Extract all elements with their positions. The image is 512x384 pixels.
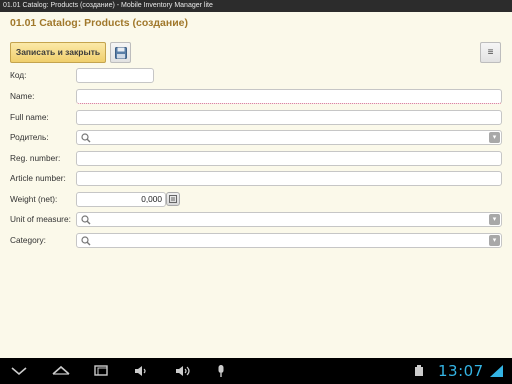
- system-navigation-bar: [0, 358, 512, 384]
- more-menu-button[interactable]: ≡: [480, 42, 501, 63]
- category-field[interactable]: ▾: [76, 233, 502, 248]
- name-label: Name:: [10, 91, 35, 101]
- weight-net-label: Weight (net):: [10, 194, 58, 204]
- parent-dropdown-button[interactable]: ▾: [489, 132, 500, 143]
- chevron-down-icon: ▾: [492, 134, 497, 141]
- code-field[interactable]: [76, 68, 154, 83]
- page-title: 01.01 Catalog: Products (создание): [10, 17, 189, 29]
- volume-up-icon[interactable]: [172, 362, 194, 380]
- weight-net-field[interactable]: 0,000: [76, 192, 166, 207]
- calculator-button[interactable]: [166, 192, 180, 206]
- microphone-icon[interactable]: [210, 362, 232, 380]
- save-and-close-button[interactable]: Записать и закрыть: [10, 42, 106, 63]
- article-number-label: Article number:: [10, 173, 66, 183]
- code-label: Код:: [10, 70, 27, 80]
- search-icon: [81, 215, 91, 225]
- search-icon: [81, 133, 91, 143]
- reg-number-label: Reg. number:: [10, 153, 61, 163]
- volume-down-icon[interactable]: [130, 362, 152, 380]
- category-label: Category:: [10, 235, 46, 245]
- name-field[interactable]: [76, 89, 502, 104]
- reg-number-field[interactable]: [76, 151, 502, 166]
- chevron-down-icon: ▾: [492, 216, 497, 223]
- search-icon: [81, 236, 91, 246]
- menu-lines-icon: ≡: [487, 47, 494, 58]
- unit-of-measure-label: Unit of measure:: [10, 214, 71, 224]
- article-number-field[interactable]: [76, 171, 502, 186]
- window-title-bar: 01.01 Catalog: Products (создание) - Mob…: [0, 0, 512, 12]
- home-icon[interactable]: [50, 362, 72, 380]
- save-button[interactable]: [110, 42, 131, 63]
- window-title: 01.01 Catalog: Products (создание) - Mob…: [3, 2, 213, 9]
- parent-field[interactable]: ▾: [76, 130, 502, 145]
- recent-apps-icon[interactable]: [90, 362, 112, 380]
- calculator-icon: [169, 195, 177, 203]
- parent-label: Родитель:: [10, 132, 49, 142]
- unit-of-measure-field[interactable]: ▾: [76, 212, 502, 227]
- unit-of-measure-dropdown-button[interactable]: ▾: [489, 214, 500, 225]
- chevron-down-icon: ▾: [492, 237, 497, 244]
- category-dropdown-button[interactable]: ▾: [489, 235, 500, 246]
- keyboard-hide-icon[interactable]: [8, 362, 30, 380]
- full-name-field[interactable]: [76, 110, 502, 125]
- full-name-label: Full name:: [10, 112, 49, 122]
- status-clock: 13:07: [438, 362, 484, 380]
- floppy-disk-icon: [115, 47, 127, 59]
- signal-icon: [490, 365, 503, 377]
- storage-icon: [415, 365, 423, 376]
